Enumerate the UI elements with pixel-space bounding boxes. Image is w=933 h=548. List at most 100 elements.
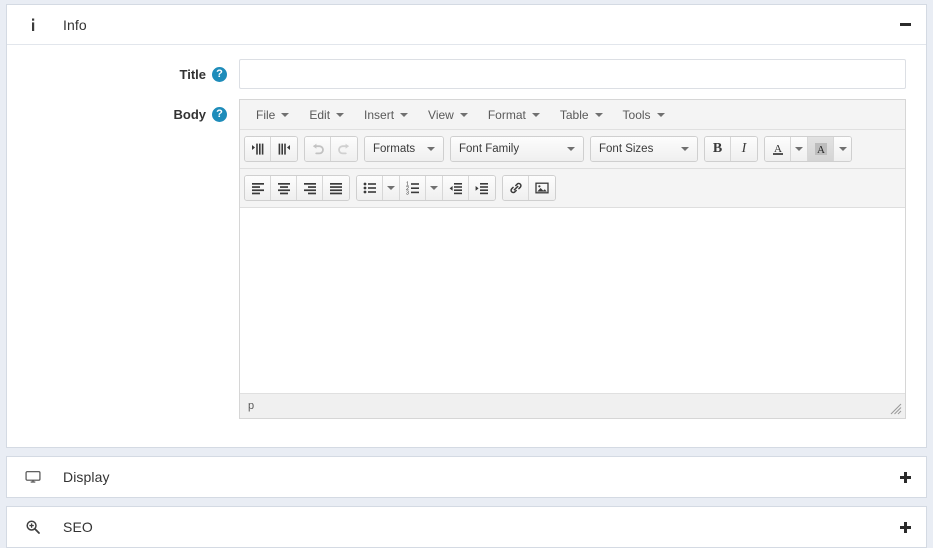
chevron-down-icon	[281, 112, 290, 117]
chevron-down-icon	[430, 186, 438, 190]
toolbar-group-insert	[502, 175, 556, 201]
numbered-list-icon[interactable]: 1 2 3	[400, 176, 426, 200]
menu-table-label: Table	[559, 107, 589, 122]
svg-text:A: A	[817, 144, 825, 156]
align-right-icon[interactable]	[297, 176, 323, 200]
menu-view[interactable]: View	[418, 105, 478, 125]
redo-icon[interactable]	[331, 137, 357, 161]
collapse-minus-icon[interactable]	[896, 16, 914, 34]
menu-format[interactable]: Format	[478, 105, 550, 125]
body-help-icon[interactable]: ?	[212, 106, 227, 122]
image-icon[interactable]	[529, 176, 555, 200]
formats-dropdown[interactable]: Formats	[365, 137, 443, 161]
editor-statusbar: p	[240, 393, 905, 418]
undo-icon[interactable]	[305, 137, 331, 161]
ltr-icon[interactable]	[245, 137, 271, 161]
menu-tools[interactable]: Tools	[613, 105, 675, 125]
body-label: Body	[173, 106, 207, 122]
expand-plus-icon[interactable]	[896, 518, 914, 536]
panel-seo: SEO	[6, 506, 927, 548]
font-family-dropdown-label: Font Family	[459, 143, 520, 155]
menu-format-label: Format	[487, 107, 526, 122]
panel-seo-header[interactable]: SEO	[7, 507, 926, 547]
text-color-button[interactable]: A	[765, 137, 791, 161]
toolbar-group-history	[304, 136, 358, 162]
panel-divider	[6, 498, 927, 506]
menu-insert-label: Insert	[364, 107, 395, 122]
resize-grip-icon[interactable]	[890, 403, 902, 415]
editor-toolbar-row-1: Formats Font Family Font Sizes B I A A	[240, 130, 905, 169]
monitor-icon	[23, 467, 43, 487]
expand-plus-icon[interactable]	[896, 468, 914, 486]
align-left-icon[interactable]	[245, 176, 271, 200]
chevron-down-icon	[838, 147, 847, 151]
title-help-icon[interactable]: ?	[212, 66, 227, 82]
menu-view-label: View	[428, 107, 454, 122]
rich-text-editor: File Edit Insert View Format Table Tools…	[239, 99, 906, 419]
panel-display: Display	[6, 456, 927, 498]
rtl-icon[interactable]	[271, 137, 297, 161]
numbered-list-dropdown[interactable]	[426, 176, 443, 200]
body-label-group: Body ?	[7, 99, 239, 129]
info-icon	[23, 15, 43, 35]
indent-icon[interactable]	[469, 176, 495, 200]
chevron-down-icon	[594, 112, 603, 117]
toolbar-group-lists: 1 2 3	[356, 175, 496, 201]
chevron-down-icon	[387, 186, 395, 190]
font-sizes-dropdown[interactable]: Font Sizes	[591, 137, 697, 161]
form-row-body: Body ? File Edit Insert View Format Tabl…	[7, 99, 926, 419]
bullet-list-icon[interactable]	[357, 176, 383, 200]
align-justify-icon[interactable]	[323, 176, 349, 200]
panel-info: Info Title ? Body ? File Edit Insert Vie…	[6, 4, 927, 448]
menu-tools-label: Tools	[622, 107, 651, 122]
font-family-dropdown[interactable]: Font Family	[451, 137, 583, 161]
link-icon[interactable]	[503, 176, 529, 200]
editor-content-area[interactable]	[240, 208, 905, 393]
menu-table[interactable]: Table	[550, 105, 613, 125]
toolbar-group-font-sizes: Font Sizes	[590, 136, 698, 162]
panel-info-body: Title ? Body ? File Edit Insert View For…	[7, 45, 926, 447]
outdent-icon[interactable]	[443, 176, 469, 200]
menu-file[interactable]: File	[246, 105, 299, 125]
panel-display-header[interactable]: Display	[7, 457, 926, 497]
title-label-group: Title ?	[7, 59, 239, 89]
chevron-down-icon	[681, 147, 689, 151]
menu-edit-label: Edit	[309, 107, 331, 122]
panel-seo-title: SEO	[63, 519, 93, 535]
svg-text:A: A	[774, 143, 782, 155]
chevron-down-icon	[427, 147, 435, 151]
chevron-down-icon	[567, 147, 575, 151]
menu-edit[interactable]: Edit	[299, 105, 354, 125]
align-center-icon[interactable]	[271, 176, 297, 200]
form-row-title: Title ?	[7, 59, 926, 89]
italic-label: I	[741, 141, 747, 156]
menu-insert[interactable]: Insert	[354, 105, 418, 125]
background-color-dropdown[interactable]	[834, 137, 851, 161]
menu-file-label: File	[256, 107, 276, 122]
italic-button[interactable]: I	[731, 137, 757, 161]
toolbar-group-colors: A A	[764, 136, 852, 162]
bold-button[interactable]: B	[705, 137, 731, 161]
bold-label: B	[712, 141, 723, 156]
background-color-button[interactable]: A	[808, 137, 834, 161]
text-color-dropdown[interactable]	[791, 137, 808, 161]
editor-toolbar-row-2: 1 2 3	[240, 169, 905, 208]
svg-text:3: 3	[406, 190, 409, 196]
chevron-down-icon	[795, 147, 803, 151]
chevron-down-icon	[656, 112, 665, 117]
panel-info-title: Info	[63, 16, 87, 33]
element-path[interactable]: p	[248, 400, 254, 412]
font-sizes-dropdown-label: Font Sizes	[599, 143, 654, 155]
toolbar-group-align	[244, 175, 350, 201]
toolbar-group-formats: Formats	[364, 136, 444, 162]
page-container: Info Title ? Body ? File Edit Insert Vie…	[0, 0, 933, 548]
bullet-list-dropdown[interactable]	[383, 176, 400, 200]
title-label: Title	[179, 66, 207, 82]
toolbar-group-direction	[244, 136, 298, 162]
magnifier-plus-icon	[23, 517, 43, 537]
title-input[interactable]	[239, 59, 906, 89]
chevron-down-icon	[400, 112, 409, 117]
toolbar-group-style: B I	[704, 136, 758, 162]
formats-dropdown-label: Formats	[373, 143, 416, 155]
panel-info-header[interactable]: Info	[7, 5, 926, 45]
